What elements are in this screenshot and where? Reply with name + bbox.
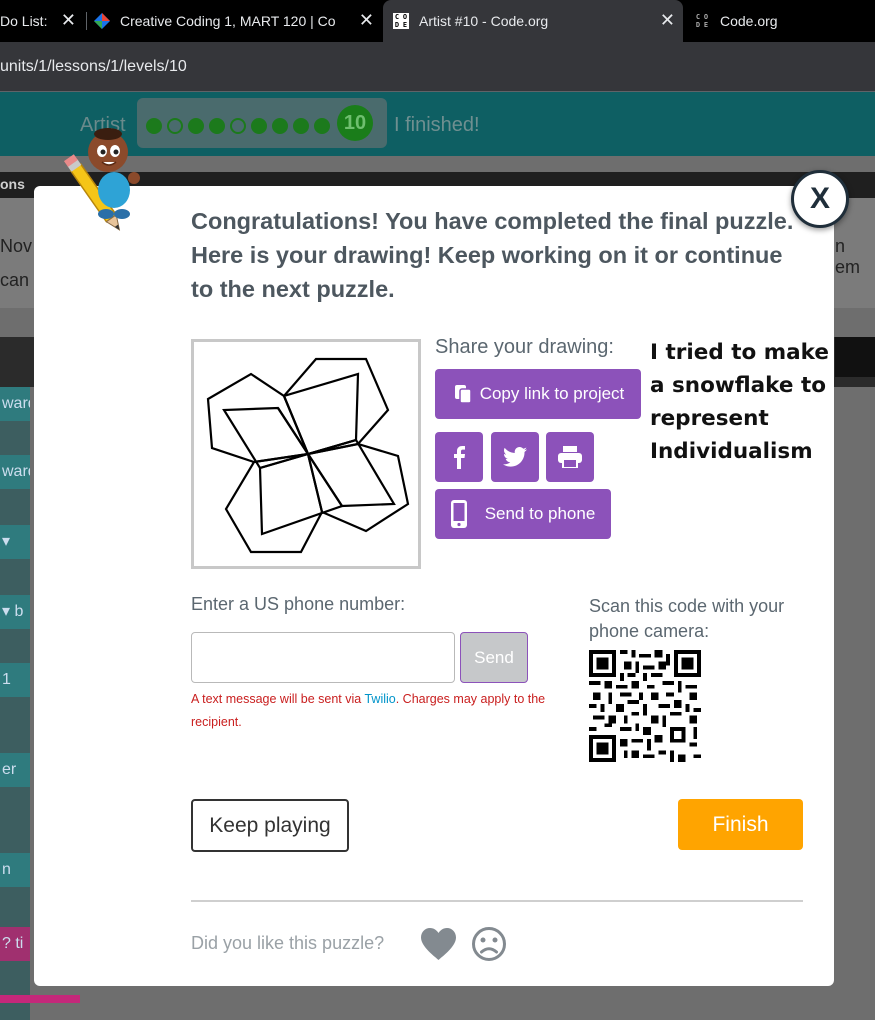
- browser-tab-todo[interactable]: Do List: ✕: [0, 0, 84, 42]
- address-bar[interactable]: units/1/lessons/1/levels/10: [0, 42, 875, 92]
- toolbox-block[interactable]: ? ti: [0, 927, 30, 961]
- copy-link-label: Copy link to project: [479, 384, 625, 403]
- toolbox-block[interactable]: 1: [0, 663, 30, 697]
- toolbox-block[interactable]: er: [0, 753, 30, 787]
- tab-title: Artist #10 - Code.org: [419, 13, 549, 29]
- snowflake-drawing: [206, 357, 410, 554]
- browser-tab-creative-coding[interactable]: Creative Coding 1, MART 120 | Co ✕: [92, 0, 382, 42]
- progress-dot[interactable]: [314, 118, 330, 134]
- sad-face-icon[interactable]: [471, 926, 507, 962]
- instructions-text: n em: [835, 236, 861, 277]
- progress-dot[interactable]: [251, 118, 267, 134]
- progress-dot[interactable]: [230, 118, 246, 134]
- share-twitter-button[interactable]: [491, 432, 539, 482]
- progress-dot[interactable]: [167, 118, 183, 134]
- url-text: units/1/lessons/1/levels/10: [0, 58, 187, 75]
- tab-title: Creative Coding 1, MART 120 | Co: [120, 13, 336, 29]
- feedback-label: Did you like this puzzle?: [191, 933, 385, 953]
- codeorg-favicon-icon: CODE: [695, 13, 709, 29]
- block-toolbox: ward ward ▾ ▾ b 1 er n ? ti: [0, 387, 30, 1020]
- finish-button[interactable]: Finish: [678, 799, 803, 850]
- artist-mascot-icon: [63, 128, 140, 231]
- workspace-header-right: [835, 337, 875, 377]
- qr-label: Scan this code with your phone camera:: [589, 596, 785, 641]
- sms-notice: A text message will be sent via Twilio. …: [191, 688, 561, 734]
- share-label: Share your drawing:: [435, 336, 614, 358]
- completion-dialog: Congratulations! You have completed the …: [34, 186, 834, 986]
- twilio-link[interactable]: Twilio: [364, 692, 395, 706]
- tab-close-icon[interactable]: ✕: [359, 10, 374, 31]
- finished-link[interactable]: I finished!: [394, 114, 480, 137]
- clipboard-icon: [454, 385, 472, 404]
- progress-dot[interactable]: [293, 118, 309, 134]
- facebook-icon: [454, 446, 465, 469]
- close-dialog-button[interactable]: X: [791, 170, 849, 228]
- current-level-badge[interactable]: 10: [337, 105, 373, 141]
- print-button[interactable]: [546, 432, 594, 482]
- toolbox-block[interactable]: ward: [0, 387, 30, 421]
- share-facebook-button[interactable]: [435, 432, 483, 482]
- tab-separator: [86, 12, 87, 30]
- heart-icon[interactable]: [420, 927, 457, 961]
- qr-code: [589, 650, 701, 762]
- tab-title: Do List:: [0, 13, 48, 29]
- drawing-preview: [191, 339, 421, 569]
- browser-tab-codeorg[interactable]: CODE Code.org: [690, 0, 875, 42]
- send-to-phone-label: Send to phone: [484, 504, 596, 523]
- tab-title: Code.org: [720, 13, 778, 29]
- divider: [191, 900, 803, 902]
- tab-close-icon[interactable]: ✕: [61, 10, 76, 31]
- print-icon: [558, 446, 582, 468]
- codeorg-favicon-icon: CODE: [393, 13, 409, 29]
- progress-dot[interactable]: [209, 118, 225, 134]
- colorful-diamond-icon: [94, 13, 110, 29]
- toolbox-block[interactable]: ▾: [0, 525, 30, 559]
- phone-number-label: Enter a US phone number:: [191, 594, 406, 614]
- phone-icon: [450, 500, 467, 528]
- send-sms-button[interactable]: Send: [460, 632, 528, 683]
- tab-close-icon[interactable]: ✕: [660, 10, 675, 31]
- drawing-note: I tried to make a snowflake to represent…: [650, 340, 829, 464]
- instructions-tab-label[interactable]: ons: [0, 176, 25, 192]
- instructions-text: can: [0, 270, 30, 290]
- browser-tab-bar: Do List: ✕ Creative Coding 1, MART 120 |…: [0, 0, 875, 42]
- twitter-icon: [503, 447, 527, 467]
- instructions-text: Nov: [0, 236, 33, 256]
- sms-notice-text: A text message will be sent via: [191, 692, 365, 706]
- toolbox-block[interactable]: ward: [0, 455, 30, 489]
- toolbox-block[interactable]: ▾ b: [0, 595, 30, 629]
- send-to-phone-button[interactable]: Send to phone: [435, 489, 611, 539]
- phone-number-input[interactable]: [191, 632, 455, 683]
- keep-playing-button[interactable]: Keep playing: [191, 799, 349, 852]
- progress-dot[interactable]: [272, 118, 288, 134]
- browser-tab-artist[interactable]: CODE Artist #10 - Code.org ✕: [383, 0, 683, 42]
- dialog-title: Congratulations! You have completed the …: [191, 208, 794, 302]
- progress-dot[interactable]: [188, 118, 204, 134]
- toolbox-block[interactable]: n: [0, 853, 30, 887]
- copy-link-button[interactable]: Copy link to project: [435, 369, 641, 419]
- toolbox-strip: [0, 995, 80, 1003]
